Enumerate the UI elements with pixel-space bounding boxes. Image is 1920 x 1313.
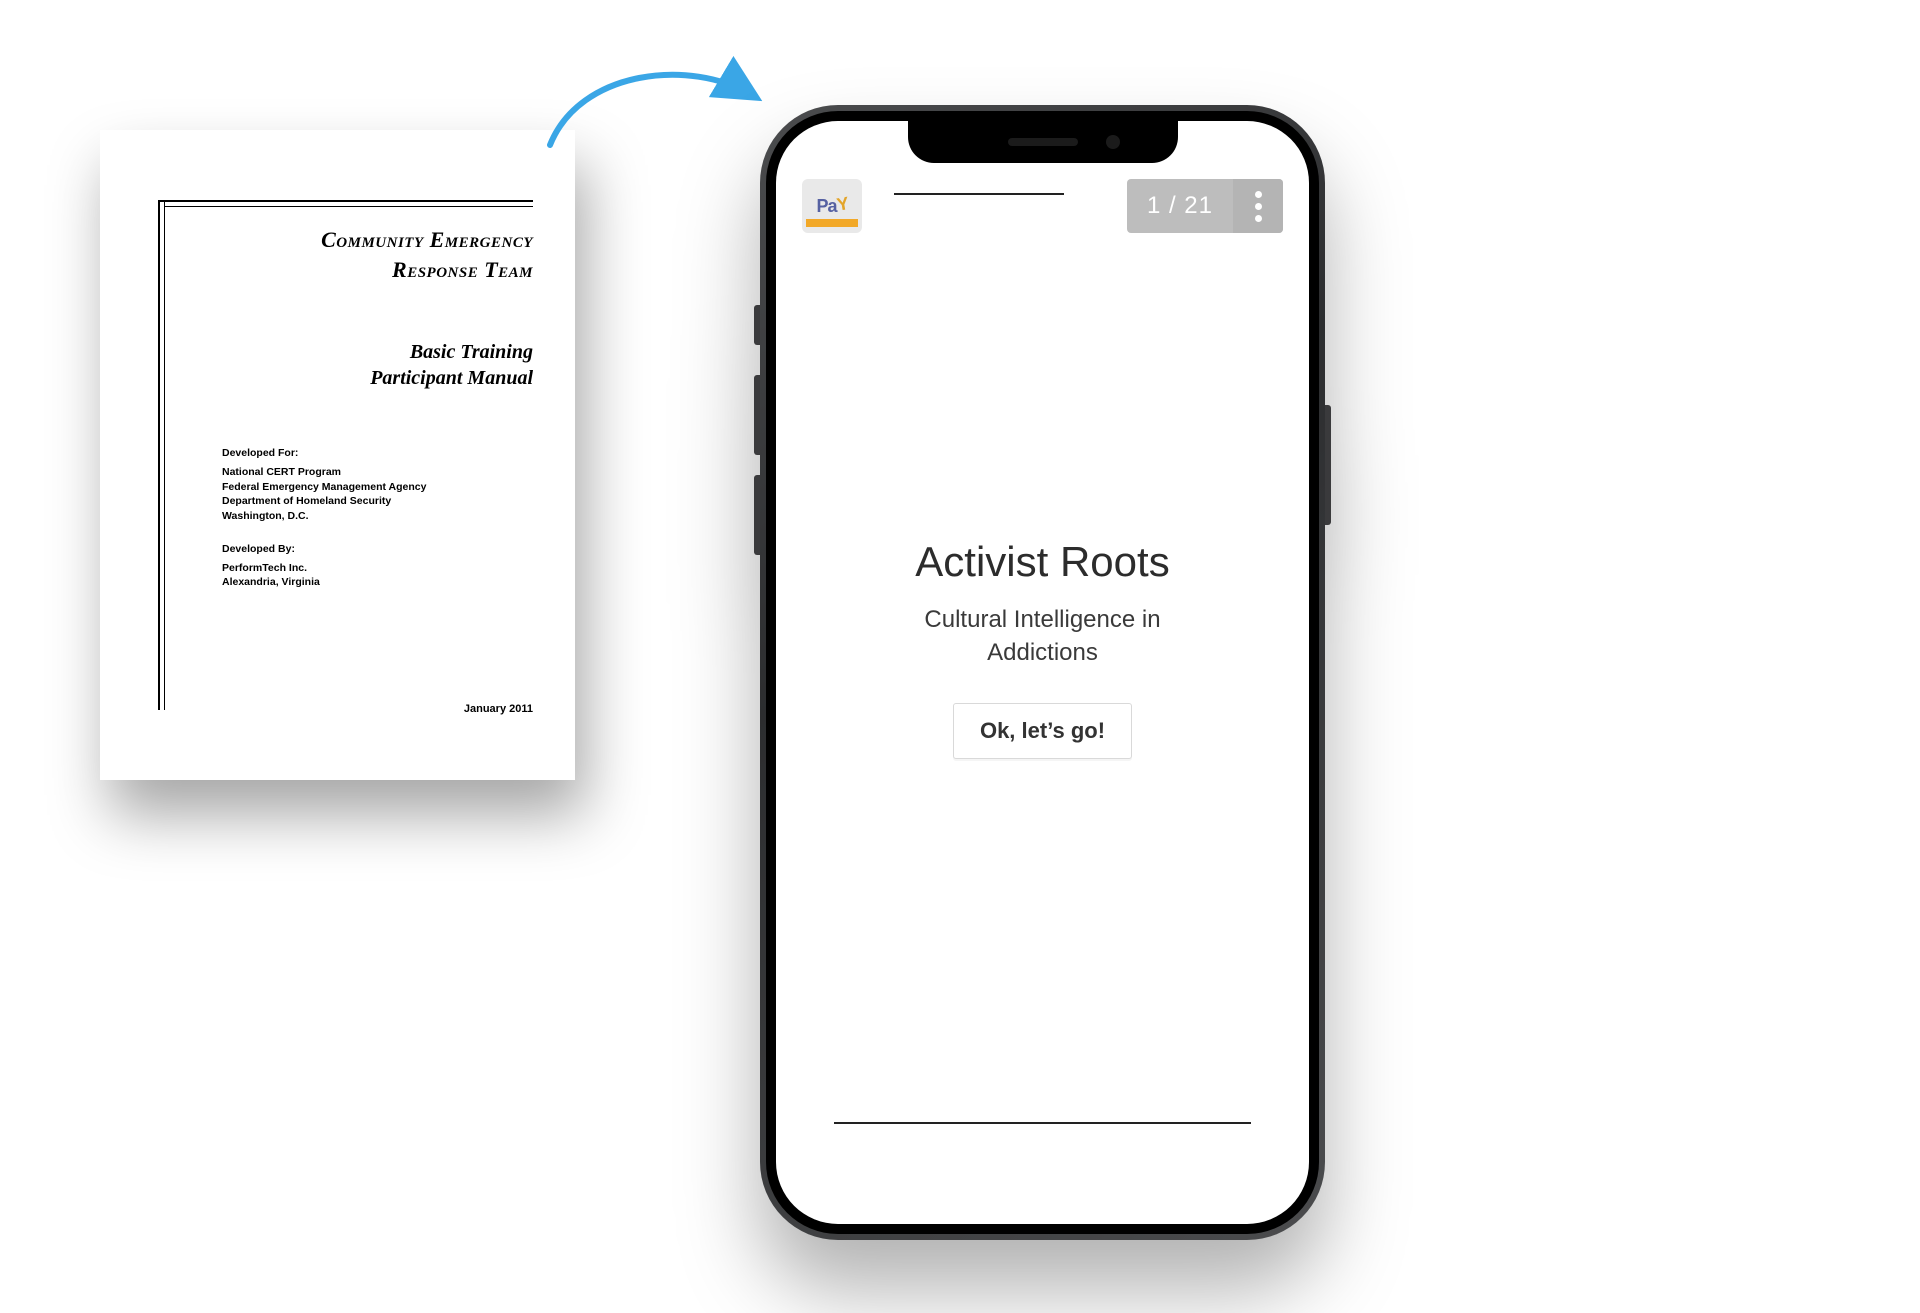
developed-for-line: Federal Emergency Management Agency (222, 480, 533, 495)
developed-by-label: Developed By: (222, 542, 533, 557)
developed-for-line: National CERT Program (222, 465, 533, 480)
divider (834, 1122, 1251, 1124)
phone-notch (908, 121, 1178, 163)
document-content: Community Emergency Response Team Basic … (190, 225, 533, 730)
document-subtitle-line: Participant Manual (370, 367, 533, 389)
start-button[interactable]: Ok, let’s go! (953, 703, 1132, 759)
speaker-icon (1008, 138, 1078, 146)
document-subtitle-line: Basic Training (410, 341, 533, 363)
developed-for-label: Developed For: (222, 446, 533, 461)
course-title: Activist Roots (915, 538, 1169, 586)
app-body: Activist Roots Cultural Intelligence in … (776, 193, 1309, 1224)
document-title-line: Response Team (392, 257, 533, 282)
document-title: Community Emergency Response Team (190, 225, 533, 284)
phone-mockup: PaY 1 / 21 Activist Roots Cultural Inte (760, 105, 1325, 1240)
document-rule (158, 200, 533, 202)
developed-for-line: Washington, D.C. (222, 509, 533, 524)
developed-for-block: Developed For: National CERT Program Fed… (222, 446, 533, 523)
course-app: PaY 1 / 21 Activist Roots Cultural Inte (776, 121, 1309, 1224)
document-title-line: Community Emergency (321, 227, 533, 252)
document-subtitle: Basic Training Participant Manual (190, 339, 533, 391)
developed-by-line: PerformTech Inc. (222, 561, 533, 576)
training-manual-document: Community Emergency Response Team Basic … (100, 130, 575, 780)
document-rule (158, 200, 160, 710)
document-date: January 2011 (464, 703, 533, 715)
phone-frame: PaY 1 / 21 Activist Roots Cultural Inte (760, 105, 1325, 1240)
phone-power-button (1325, 405, 1331, 525)
developed-for-line: Department of Homeland Security (222, 494, 533, 509)
camera-icon (1106, 135, 1120, 149)
document-meta: Developed For: National CERT Program Fed… (190, 446, 533, 590)
document-rule (164, 200, 165, 710)
course-subtitle: Cultural Intelligence in Addictions (883, 604, 1203, 669)
document-page: Community Emergency Response Team Basic … (100, 130, 575, 780)
phone-screen: PaY 1 / 21 Activist Roots Cultural Inte (776, 121, 1309, 1224)
arrow-icon (540, 50, 770, 160)
document-rule (164, 206, 533, 207)
developed-by-block: Developed By: PerformTech Inc. Alexandri… (222, 542, 533, 590)
developed-by-line: Alexandria, Virginia (222, 575, 533, 590)
